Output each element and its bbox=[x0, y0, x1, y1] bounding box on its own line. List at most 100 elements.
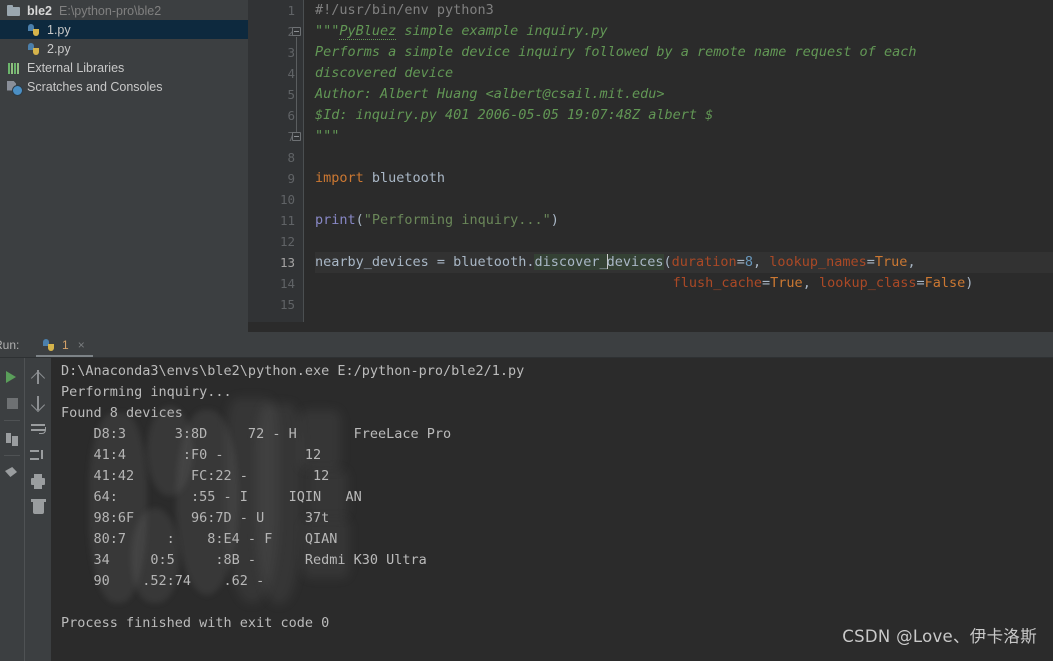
arrow-up-icon[interactable] bbox=[25, 364, 51, 390]
stop-button[interactable] bbox=[0, 390, 24, 416]
code-line-14: flush_cache=True, lookup_class=False) bbox=[315, 273, 1053, 294]
editor-gutter[interactable]: 1 2 3 4 5 6 7 8 9 10 11 12 13 14 15 bbox=[248, 0, 303, 332]
code-token: """ bbox=[315, 128, 340, 144]
line-number: 13 bbox=[279, 255, 295, 270]
project-root-name: ble2 bbox=[27, 3, 53, 18]
code-token: = bbox=[916, 275, 925, 291]
code-token: True bbox=[770, 275, 803, 291]
line-number: 9 bbox=[287, 171, 295, 186]
pycharm-window: ble2 E:\python-pro\ble2 1.py 2.py Extern… bbox=[0, 0, 1053, 661]
layout-button[interactable] bbox=[0, 425, 24, 451]
soft-wrap-icon[interactable] bbox=[25, 416, 51, 442]
line-number: 1 bbox=[287, 3, 295, 18]
code-token: #!/usr/bin/env python3 bbox=[315, 2, 494, 18]
tree-row-2py[interactable]: 2.py bbox=[0, 39, 248, 58]
run-tool-window-header: Run: 1 × bbox=[0, 332, 1053, 358]
trash-icon[interactable] bbox=[25, 494, 51, 520]
console-line: 90 .52:74 .62 - bbox=[61, 573, 265, 589]
code-line-1: #!/usr/bin/env python3 bbox=[315, 0, 1053, 21]
libraries-icon bbox=[6, 60, 22, 76]
code-token: PyBluez bbox=[339, 23, 397, 40]
tree-row-1py[interactable]: 1.py bbox=[0, 20, 248, 39]
scroll-to-end-icon[interactable] bbox=[25, 442, 51, 468]
editor-horizontal-scrollbar[interactable] bbox=[248, 322, 1053, 332]
code-token: False bbox=[924, 275, 966, 291]
code-token: """ bbox=[315, 23, 340, 39]
code-token: bluetooth bbox=[363, 170, 446, 186]
code-token: discovered device bbox=[315, 65, 454, 81]
toolbar-divider bbox=[4, 420, 20, 421]
code-line-3: Performs a simple device inquiry followe… bbox=[315, 42, 1053, 63]
code-token: nearby_devices = bluetooth. bbox=[315, 254, 535, 270]
line-number: 4 bbox=[287, 66, 295, 81]
tree-item-label: 2.py bbox=[47, 41, 71, 56]
run-toolbar-left bbox=[0, 358, 24, 661]
code-token: = bbox=[866, 254, 875, 270]
tree-item-label: 1.py bbox=[47, 22, 71, 37]
code-fold-toggle-icon[interactable] bbox=[292, 27, 301, 36]
code-token: lookup_names bbox=[769, 254, 867, 270]
tree-row-root[interactable]: ble2 E:\python-pro\ble2 bbox=[0, 1, 248, 20]
code-token: flush_cache bbox=[672, 275, 763, 291]
code-line-7: """ bbox=[315, 126, 1053, 147]
python-file-icon bbox=[26, 22, 42, 38]
code-token: simple example inquiry.py bbox=[396, 23, 608, 39]
python-file-icon bbox=[26, 41, 42, 57]
print-icon[interactable] bbox=[25, 468, 51, 494]
console-line: 64: :55 - I IQIN AN bbox=[61, 489, 362, 505]
arrow-down-icon[interactable] bbox=[25, 390, 51, 416]
line-number: 11 bbox=[279, 213, 295, 228]
project-root-path: E:\python-pro\ble2 bbox=[59, 3, 162, 18]
code-fold-toggle-icon[interactable] bbox=[292, 132, 301, 141]
run-tab-1[interactable]: 1 × bbox=[36, 332, 93, 358]
project-tree-panel[interactable]: ble2 E:\python-pro\ble2 1.py 2.py Extern… bbox=[0, 0, 248, 332]
code-token: print bbox=[315, 212, 356, 228]
code-token: "Performing inquiry..." bbox=[363, 212, 551, 228]
code-token: , bbox=[802, 275, 819, 291]
code-token: = bbox=[762, 275, 771, 291]
line-number: 12 bbox=[279, 234, 295, 249]
console-line: 41:42 FC:22 - 12 bbox=[61, 468, 330, 484]
line-number: 6 bbox=[287, 108, 295, 123]
code-line-9: import bluetooth bbox=[315, 168, 1053, 189]
console-line: 98:6F 96:7D - U 37t bbox=[61, 510, 330, 526]
console-line: D8:3 3:8D 72 - H FreeLace Pro bbox=[61, 426, 452, 442]
line-number: 5 bbox=[287, 87, 295, 102]
line-number: 15 bbox=[279, 297, 295, 312]
code-token: ( bbox=[663, 254, 672, 270]
close-icon[interactable]: × bbox=[78, 339, 85, 351]
tree-row-external-libraries[interactable]: External Libraries bbox=[0, 58, 248, 77]
line-number: 3 bbox=[287, 45, 295, 60]
code-token: ( bbox=[355, 212, 364, 228]
code-token: lookup_class bbox=[818, 275, 917, 291]
run-window-label: Run: bbox=[0, 338, 20, 352]
code-token: Performs a simple device inquiry followe… bbox=[315, 44, 917, 60]
code-fold-region-line bbox=[296, 37, 297, 135]
code-token: = bbox=[736, 254, 745, 270]
console-output[interactable]: D:\Anaconda3\envs\ble2\python.exe E:/pyt… bbox=[51, 358, 1053, 661]
code-token: ) bbox=[965, 275, 974, 291]
code-token: Author: Albert Huang <albert@csail.mit.e… bbox=[315, 86, 665, 102]
console-line: 80:7 : 8:E4 - F QIAN bbox=[61, 531, 338, 547]
pin-tab-button[interactable] bbox=[0, 460, 24, 486]
console-line: D:\Anaconda3\envs\ble2\python.exe E:/pyt… bbox=[61, 363, 525, 379]
editor-code-area[interactable]: #!/usr/bin/env python3 """PyBluez simple… bbox=[303, 0, 1053, 332]
line-number: 14 bbox=[279, 276, 295, 291]
run-toolbar-secondary bbox=[24, 358, 51, 661]
code-token: discover_ bbox=[534, 254, 608, 270]
tree-row-scratches-and-consoles[interactable]: Scratches and Consoles bbox=[0, 77, 248, 96]
code-line-4: discovered device bbox=[315, 63, 1053, 84]
code-line-13: nearby_devices = bluetooth.discover_devi… bbox=[315, 252, 1053, 273]
tree-item-label: External Libraries bbox=[27, 60, 125, 75]
toolbar-divider bbox=[4, 455, 20, 456]
code-token: import bbox=[315, 170, 364, 186]
console-line: Performing inquiry... bbox=[61, 384, 232, 400]
code-token: , bbox=[907, 254, 916, 270]
rerun-button[interactable] bbox=[0, 364, 24, 390]
code-editor[interactable]: 1 2 3 4 5 6 7 8 9 10 11 12 13 14 15 bbox=[248, 0, 1053, 332]
line-number: 10 bbox=[279, 192, 295, 207]
